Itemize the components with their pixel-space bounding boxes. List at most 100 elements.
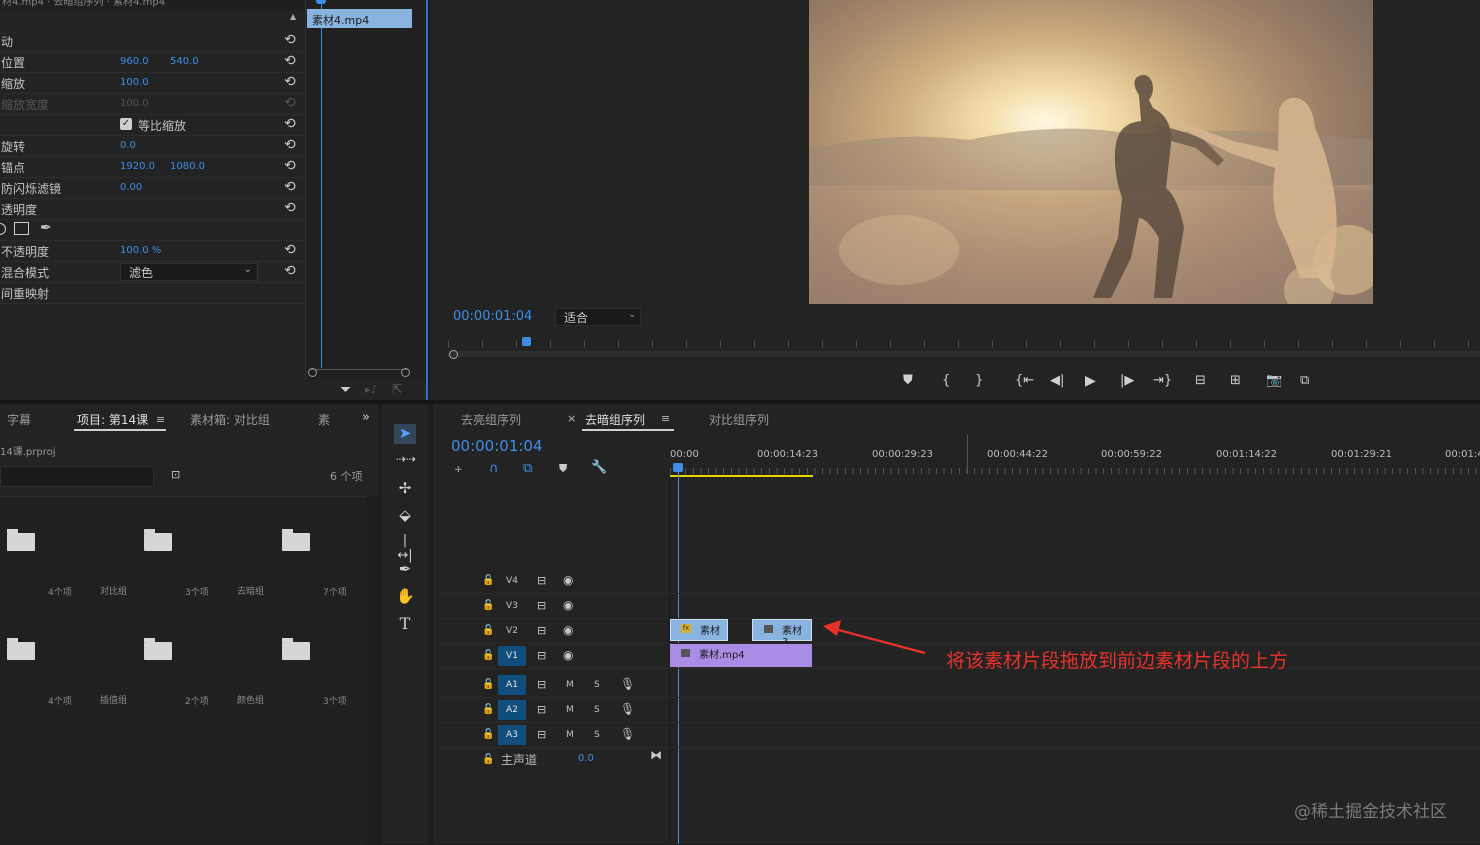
lock-icon[interactable]: 🔓 [482, 574, 494, 588]
lock-icon[interactable]: 🔓 [482, 678, 494, 692]
lock-icon[interactable]: 🔓 [482, 728, 494, 742]
add-marker-timeline-icon[interactable]: ⛊ [559, 462, 567, 476]
ec-scrollbar[interactable] [309, 369, 409, 378]
sync-lock-icon[interactable]: ⊟ [537, 574, 546, 588]
folder-icon[interactable] [7, 529, 35, 551]
reset-icon[interactable]: ⟲ [284, 74, 296, 90]
more-panels-icon[interactable]: » [362, 410, 370, 425]
folder-icon[interactable] [282, 638, 310, 660]
reset-icon[interactable]: ⟲ [284, 179, 296, 195]
ec-scroll-left-handle[interactable] [308, 368, 317, 377]
go-to-end-icon[interactable]: ⧓ [650, 748, 662, 762]
ec-mini-clip[interactable]: 素材4.mp4 [307, 9, 412, 28]
ripple-edit-tool-icon[interactable]: ✢ [396, 479, 414, 497]
solo-button[interactable]: S [594, 730, 600, 740]
sync-lock-icon[interactable]: ⊟ [537, 599, 546, 613]
project-search-input[interactable] [0, 466, 154, 487]
master-volume[interactable]: 0.0 [578, 753, 594, 764]
hamburger-menu-icon[interactable]: ≡ [156, 413, 165, 426]
compare-icon[interactable]: ⧉ [1300, 373, 1309, 388]
timeline-tab[interactable]: 去暗组序列 [585, 411, 645, 428]
folder-icon[interactable] [144, 638, 172, 660]
blend-mode-select[interactable]: 滤色 ⌄ [120, 263, 258, 281]
lock-icon[interactable]: 🔓 [482, 599, 494, 613]
folder-icon[interactable] [282, 529, 310, 551]
v1-clip[interactable]: 素材.mp4 [670, 644, 812, 667]
uniform-scale-checkbox[interactable]: ✓ [120, 118, 132, 130]
lift-icon[interactable]: ⊟ [1195, 373, 1206, 388]
effect-value-1[interactable]: 960.0 [120, 56, 149, 67]
track-target[interactable]: A1 [498, 675, 526, 695]
timeline-tab[interactable]: 对比组序列 [709, 411, 769, 428]
v2-clip-2[interactable]: 素材3. [752, 619, 812, 648]
timeline-playhead[interactable] [673, 463, 683, 472]
timeline-tab[interactable]: 去亮组序列 [461, 411, 521, 428]
eye-icon[interactable]: ◉ [563, 623, 573, 637]
sync-lock-icon[interactable]: ⊟ [537, 624, 546, 638]
mute-button[interactable]: M [566, 705, 574, 715]
go-to-out-icon[interactable]: ⇥} [1153, 373, 1172, 388]
timeline-hamburger-icon[interactable]: ≡ [661, 412, 670, 425]
sync-lock-icon[interactable]: ⊟ [537, 678, 546, 692]
scroll-up-arrow[interactable]: ▲ [290, 12, 296, 21]
pen-tool-icon[interactable]: ✒ [396, 560, 414, 578]
filter-icon[interactable]: ⏷ [340, 382, 351, 398]
microphone-icon[interactable]: 🎙 [620, 677, 635, 691]
add-marker-icon[interactable]: ⛊ [903, 373, 913, 388]
reset-icon[interactable]: ⟲ [284, 95, 296, 111]
effect-value-1[interactable]: 1920.0 [120, 161, 155, 172]
reset-icon[interactable]: ⟲ [284, 200, 296, 216]
effect-value-1[interactable]: 100.0 % [120, 245, 161, 256]
track-target[interactable]: V4 [498, 571, 526, 591]
lock-icon[interactable]: 🔓 [482, 753, 494, 767]
monitor-playhead[interactable] [522, 337, 531, 346]
play-icon[interactable]: ▶ [1085, 373, 1096, 389]
reset-icon[interactable]: ⟲ [284, 53, 296, 69]
hand-tool-icon[interactable]: ✋ [396, 587, 415, 605]
slip-tool-icon[interactable]: |↔| [396, 533, 414, 563]
ellipse-mask-icon[interactable] [0, 223, 6, 235]
effect-value-1[interactable]: 0.0 [120, 140, 136, 151]
bin-name[interactable]: 颜色组 [237, 693, 264, 706]
track-target[interactable]: V1 [498, 646, 526, 666]
program-timecode[interactable]: 00:00:01:04 [453, 309, 532, 324]
microphone-icon[interactable]: 🎙 [620, 727, 635, 741]
effect-value-2[interactable]: 540.0 [170, 56, 199, 67]
track-target[interactable]: V2 [498, 621, 526, 641]
track-target[interactable]: A3 [498, 725, 526, 745]
lock-icon[interactable]: 🔓 [482, 703, 494, 717]
sync-lock-icon[interactable]: ⊟ [537, 703, 546, 717]
project-scrollbar[interactable] [366, 496, 378, 844]
project-tab[interactable]: 项目: 第14课 [77, 411, 148, 428]
effect-value-1[interactable]: 0.00 [120, 182, 142, 193]
go-to-in-icon[interactable]: {⇤ [1015, 373, 1034, 388]
step-forward-icon[interactable]: |▶ [1120, 373, 1134, 388]
close-tab-icon[interactable]: × [567, 412, 576, 425]
play-audio-icon[interactable]: ▸♪ [365, 383, 378, 396]
project-tab[interactable]: 素材箱: 对比组 [190, 411, 270, 428]
export-frame-icon[interactable]: 📷 [1266, 373, 1282, 388]
zoom-select[interactable]: 适合 ⌄ [555, 308, 641, 326]
nest-icon[interactable]: ⧾ [455, 462, 462, 476]
solo-button[interactable]: S [594, 680, 600, 690]
linked-selection-icon[interactable]: ⧉ [523, 462, 532, 476]
lock-icon[interactable]: 🔓 [482, 649, 494, 663]
type-tool-icon[interactable]: T [396, 614, 414, 633]
effect-value-2[interactable]: 1080.0 [170, 161, 205, 172]
bin-name[interactable]: 插值组 [100, 693, 127, 706]
timeline-timecode[interactable]: 00:00:01:04 [451, 437, 543, 455]
folder-icon[interactable] [7, 638, 35, 660]
mute-button[interactable]: M [566, 730, 574, 740]
project-tab[interactable]: 字幕 [7, 411, 31, 428]
reset-icon[interactable]: ⟲ [284, 263, 296, 279]
monitor-scroll-handle[interactable] [449, 350, 458, 359]
rectangle-mask-icon[interactable] [14, 222, 29, 235]
ec-scroll-right-handle[interactable] [401, 368, 410, 377]
microphone-icon[interactable]: 🎙 [620, 702, 635, 716]
eye-icon[interactable]: ◉ [563, 648, 573, 662]
track-target[interactable]: V3 [498, 596, 526, 616]
reset-icon[interactable]: ⟲ [284, 116, 296, 132]
reset-icon[interactable]: ⟲ [284, 242, 296, 258]
lock-icon[interactable]: 🔓 [482, 624, 494, 638]
effect-value-1[interactable]: 100.0 [120, 77, 149, 88]
